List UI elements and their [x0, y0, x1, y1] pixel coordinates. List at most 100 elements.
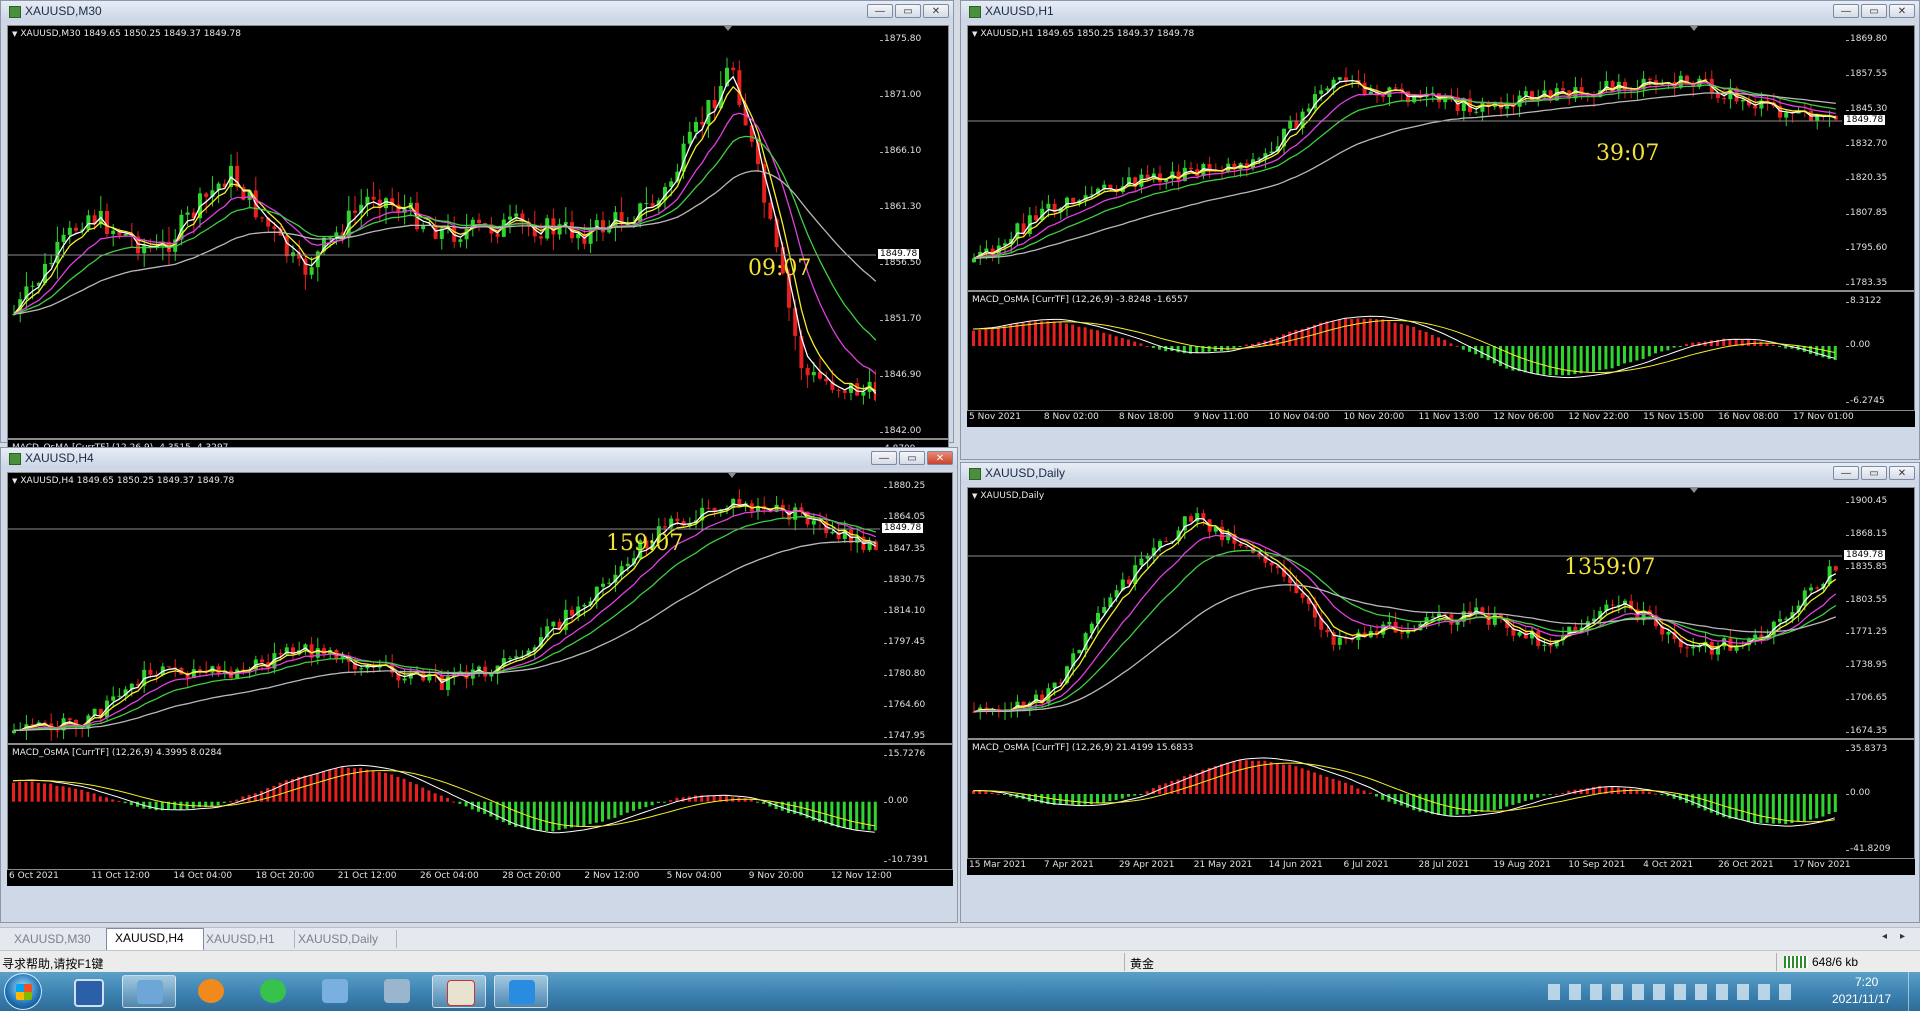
- macd-histogram-bar: [1610, 786, 1614, 794]
- chart-area[interactable]: ▼ XAUUSD,H4 1849.65 1850.25 1849.37 1849.…: [7, 472, 953, 886]
- start-button[interactable]: [4, 973, 42, 1010]
- macd-histogram-bar: [1381, 319, 1385, 346]
- status-traffic: 648/6 kb: [1812, 955, 1859, 969]
- chart-window-daily[interactable]: XAUUSD,Daily — ▭ ✕ ▼ XAUUSD,Daily 1900.45 1868.…: [960, 462, 1920, 923]
- candle-body: [1412, 96, 1417, 103]
- macd-histogram-bar: [322, 770, 325, 802]
- price-pane[interactable]: ▼ XAUUSD,M30 1849.65 1850.25 1849.37 1849…: [7, 25, 949, 439]
- window-title-bar[interactable]: XAUUSD,H4 — ▭ ✕: [1, 448, 957, 468]
- macd-histogram-bar: [1089, 329, 1093, 346]
- taskbar-app-notes[interactable]: [308, 975, 362, 1008]
- candle-body: [842, 390, 847, 393]
- chart-area[interactable]: ▼ XAUUSD,H1 1849.65 1850.25 1849.37 1849.…: [967, 25, 1915, 427]
- tab-scroll-left-icon[interactable]: ◂: [1882, 931, 1887, 942]
- connection-bars-icon[interactable]: [1784, 956, 1808, 968]
- tab-xauusd-h1[interactable]: XAUUSD,H1: [198, 930, 295, 948]
- macd-pane[interactable]: MACD_OsMA [CurrTF] (12,26,9) 4.3995 8.02…: [7, 744, 953, 870]
- candle-body: [111, 230, 116, 235]
- candle-body: [1517, 632, 1522, 636]
- chart-area[interactable]: ▼ XAUUSD,Daily 1900.45 1868.15 1835.85 1803.5…: [967, 487, 1915, 875]
- price-tick-label: 1706.65: [1846, 693, 1916, 703]
- taskbar-app-wechat[interactable]: [246, 975, 300, 1008]
- price-pane[interactable]: ▼ XAUUSD,H1 1849.65 1850.25 1849.37 1849.…: [967, 25, 1915, 291]
- macd-histogram-bar: [1071, 324, 1075, 346]
- candle-body: [30, 285, 35, 287]
- minimize-button[interactable]: —: [1833, 4, 1859, 18]
- taskbar-app-pen[interactable]: [494, 975, 548, 1008]
- close-button[interactable]: ✕: [927, 451, 953, 465]
- macd-histogram-bar: [489, 801, 493, 817]
- minimize-button[interactable]: —: [867, 4, 893, 18]
- window-title-bar[interactable]: XAUUSD,H1 — ▭ ✕: [961, 1, 1919, 21]
- status-profile[interactable]: 黄金: [1130, 955, 1154, 972]
- moving-average-line: [13, 85, 876, 392]
- price-plot[interactable]: [8, 473, 880, 745]
- taskbar-app-browser[interactable]: [184, 975, 238, 1008]
- macd-pane[interactable]: MACD_OsMA [CurrTF] (12,26,9) 21.4199 15.…: [967, 739, 1915, 859]
- price-tick-label: 1875.80: [880, 34, 950, 44]
- monitor-icon: [74, 979, 104, 1007]
- moving-average-line: [973, 534, 1837, 713]
- macd-histogram-bar: [725, 795, 728, 802]
- macd-histogram-bar: [1697, 794, 1701, 809]
- macd-plot[interactable]: [968, 292, 1842, 412]
- bar-countdown-timer: 39:07: [1596, 141, 1660, 166]
- macd-tick-label: -10.7391: [884, 855, 954, 865]
- tab-xauusd-daily[interactable]: XAUUSD,Daily: [290, 930, 397, 948]
- restore-button[interactable]: ▭: [1861, 4, 1887, 18]
- price-plot[interactable]: [968, 488, 1842, 740]
- restore-button[interactable]: ▭: [1861, 466, 1887, 480]
- price-tick-label: 1814.10: [884, 606, 954, 616]
- candle-body: [198, 669, 202, 671]
- window-title-bar[interactable]: XAUUSD,M30 — ▭ ✕: [1, 1, 953, 21]
- window-title-bar[interactable]: XAUUSD,Daily — ▭ ✕: [961, 463, 1919, 483]
- tab-xauusd-h4[interactable]: XAUUSD,H4: [106, 928, 204, 950]
- minimize-button[interactable]: —: [1833, 466, 1859, 480]
- restore-button[interactable]: ▭: [895, 4, 921, 18]
- macd-histogram-bar: [1009, 324, 1013, 346]
- price-pane[interactable]: ▼ XAUUSD,H4 1849.65 1850.25 1849.37 1849.…: [7, 472, 953, 744]
- macd-plot[interactable]: [8, 745, 880, 871]
- price-axis: 1869.80 1857.55 1845.30 1832.70 1820.35 1807.…: [1842, 26, 1916, 290]
- show-desktop-button[interactable]: [1908, 972, 1920, 1011]
- macd-plot[interactable]: [968, 740, 1842, 860]
- taskbar-app-calculator[interactable]: [370, 975, 424, 1008]
- macd-histogram-bar: [1827, 794, 1831, 815]
- candle-body: [483, 666, 488, 677]
- candle-body: [1722, 98, 1727, 100]
- macd-histogram-bar: [303, 775, 307, 802]
- macd-histogram-bar: [1821, 794, 1825, 817]
- close-button[interactable]: ✕: [923, 4, 949, 18]
- price-plot[interactable]: [8, 26, 876, 440]
- tab-xauusd-m30[interactable]: XAUUSD,M30: [6, 930, 113, 948]
- candle-body: [123, 233, 128, 236]
- macd-pane[interactable]: MACD_OsMA [CurrTF] (12,26,9) -3.8248 -1.…: [967, 291, 1915, 411]
- time-axis: 5 Nov 2021 8 Nov 02:00 8 Nov 18:00 9 Nov 11…: [967, 411, 1915, 425]
- taskbar-app-monitor[interactable]: [60, 975, 114, 1008]
- macd-histogram-bar: [229, 801, 232, 803]
- chart-window-h4[interactable]: XAUUSD,H4 — ▭ ✕ ▼ XAUUSD,H4 1849.65 1850.25 1…: [0, 447, 958, 923]
- clock-time[interactable]: 7:20: [1855, 975, 1878, 989]
- macd-histogram-bar: [123, 801, 127, 804]
- candle-body: [74, 227, 78, 231]
- macd-histogram-bar: [1523, 794, 1527, 801]
- chart-window-h1[interactable]: XAUUSD,H1 — ▭ ✕ ▼ XAUUSD,H1 1849.65 1850.25 1…: [960, 0, 1920, 460]
- minimize-button[interactable]: —: [871, 451, 897, 465]
- macd-histogram-bar: [421, 787, 425, 802]
- tray-icons[interactable]: [1548, 984, 1798, 1000]
- clock-date[interactable]: 2021/11/17: [1832, 992, 1891, 1006]
- chart-window-m30[interactable]: XAUUSD,M30— ▭ ✕ ▼ XAUUSD,M30 1849.65 1850.25…: [0, 0, 954, 573]
- macd-histogram-bar: [1666, 346, 1670, 351]
- restore-button[interactable]: ▭: [899, 451, 925, 465]
- macd-histogram-bar: [1437, 337, 1440, 346]
- taskbar-app-terminal[interactable]: [122, 975, 176, 1008]
- taskbar-app-paint[interactable]: [432, 975, 486, 1008]
- close-button[interactable]: ✕: [1889, 4, 1915, 18]
- macd-histogram-bar: [1133, 341, 1137, 346]
- tab-scroll-right-icon[interactable]: ▸: [1900, 931, 1905, 942]
- price-plot[interactable]: [968, 26, 1842, 292]
- macd-histogram-bar: [1375, 319, 1378, 346]
- price-pane[interactable]: ▼ XAUUSD,Daily 1900.45 1868.15 1835.85 1803.5…: [967, 487, 1915, 739]
- candle-body: [167, 666, 171, 668]
- close-button[interactable]: ✕: [1889, 466, 1915, 480]
